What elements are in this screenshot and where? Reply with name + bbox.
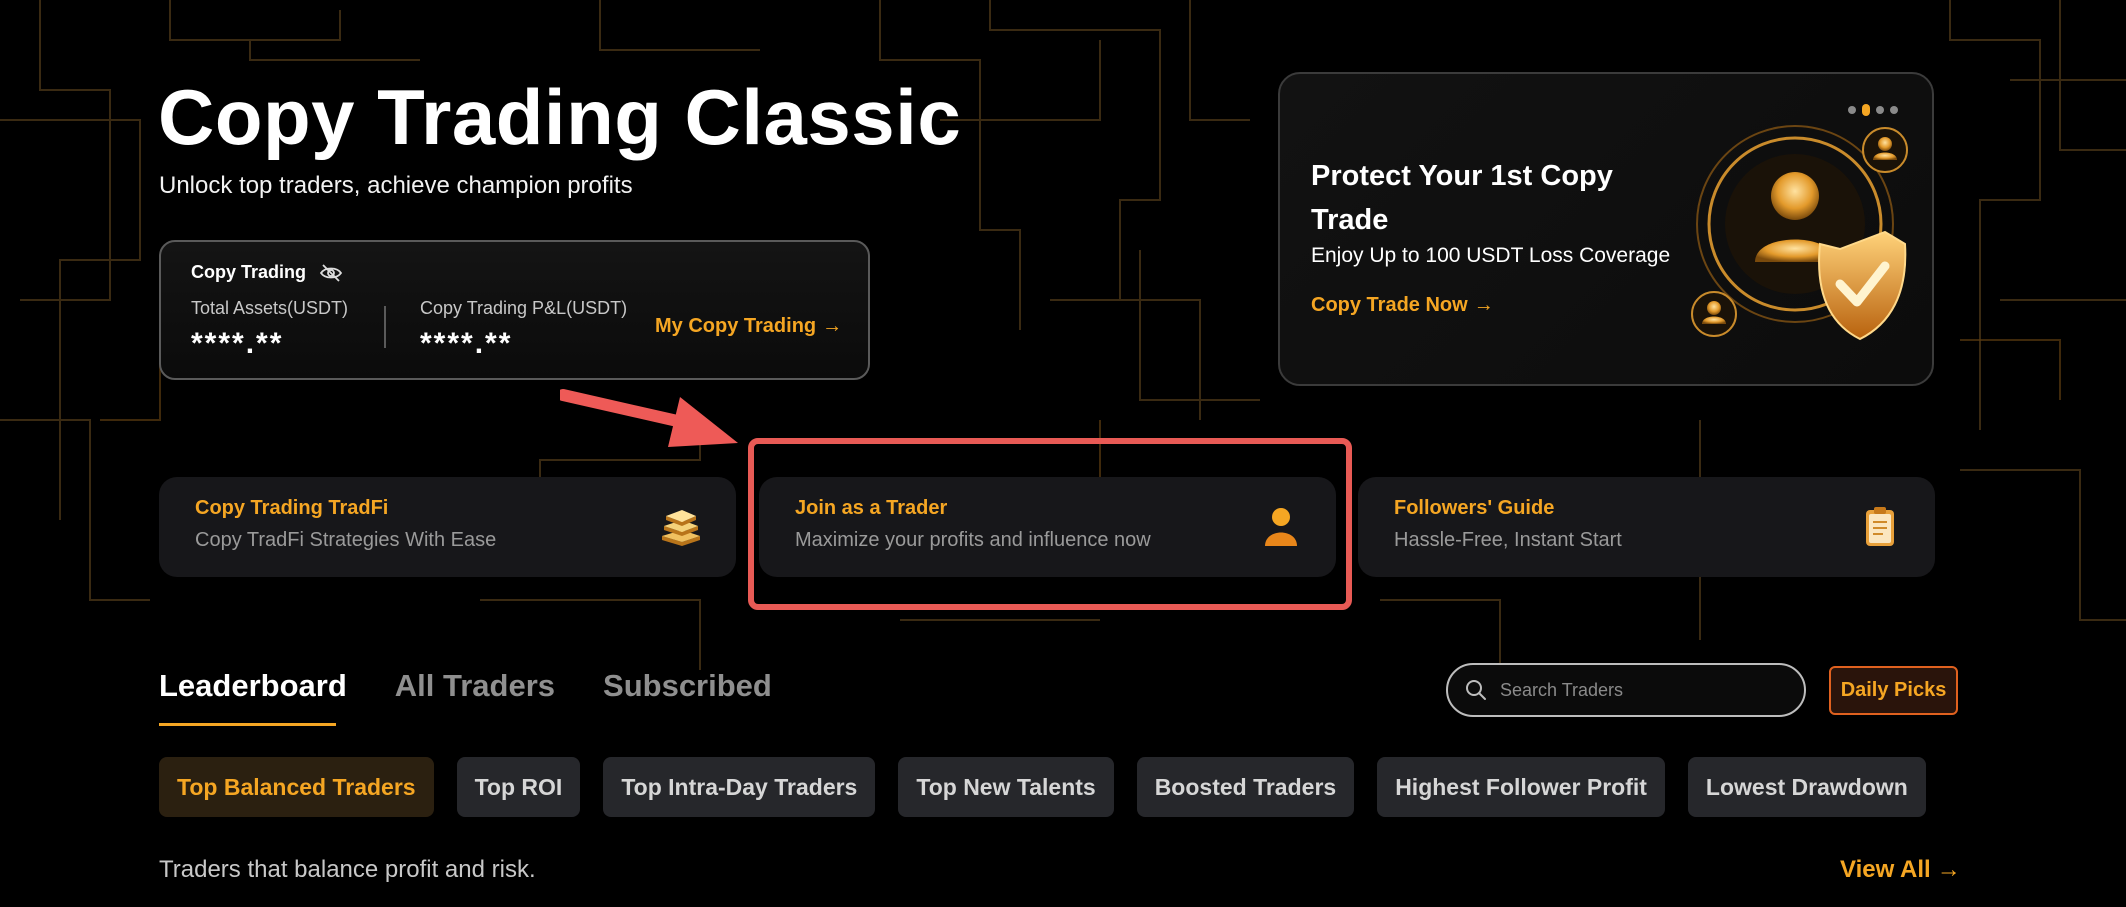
feature-card-join-trader[interactable]: Join as a Trader Maximize your profits a… (759, 477, 1336, 577)
page-subtitle: Unlock top traders, achieve champion pro… (159, 172, 633, 199)
feature-card-tradfi[interactable]: Copy Trading TradFi Copy TradFi Strategi… (159, 477, 736, 577)
leaderboard-tabs: Leaderboard All Traders Subscribed (159, 668, 772, 726)
total-assets-value: ****.** (191, 327, 284, 360)
my-copy-trading-label: My Copy Trading (655, 315, 817, 337)
chip-highest-follower-profit[interactable]: Highest Follower Profit (1377, 757, 1665, 817)
promo-description: Enjoy Up to 100 USDT Loss Coverage (1311, 244, 1671, 267)
feature-subtitle: Hassle-Free, Instant Start (1394, 529, 1622, 551)
promo-cta-label: Copy Trade Now (1311, 294, 1468, 316)
arrow-right-icon: → (1473, 294, 1494, 316)
my-copy-trading-link[interactable]: My Copy Trading → (655, 315, 842, 338)
hide-balance-icon[interactable] (320, 263, 343, 282)
page-title: Copy Trading Classic (158, 73, 962, 161)
tab-subscribed[interactable]: Subscribed (603, 668, 772, 726)
carousel-dot[interactable] (1848, 106, 1856, 114)
pnl-block: Copy Trading P&L(USDT) ****.** (420, 298, 627, 361)
assets-divider (384, 306, 386, 348)
chip-top-balanced-traders[interactable]: Top Balanced Traders (159, 757, 434, 817)
copy-trade-now-link[interactable]: Copy Trade Now → (1311, 294, 1494, 317)
search-traders-box[interactable] (1446, 663, 1806, 717)
assets-card-label: Copy Trading (191, 262, 307, 282)
carousel-dot[interactable] (1876, 106, 1884, 114)
annotation-arrow (560, 389, 738, 447)
daily-picks-button[interactable]: Daily Picks (1829, 666, 1958, 715)
tab-leaderboard[interactable]: Leaderboard (159, 668, 347, 726)
promo-title: Protect Your 1st Copy Trade (1311, 160, 1613, 236)
assets-card-header: Copy Trading (191, 262, 343, 283)
category-description: Traders that balance profit and risk. (159, 856, 536, 883)
trader-person-icon (1265, 508, 1297, 546)
clipboard-icon (1866, 507, 1894, 546)
chip-top-roi[interactable]: Top ROI (456, 757, 581, 817)
pnl-label: Copy Trading P&L(USDT) (420, 298, 628, 318)
arrow-right-icon: → (822, 315, 843, 337)
arrow-right-icon: → (1936, 856, 1961, 883)
pnl-value: ****.** (420, 327, 513, 360)
total-assets-block: Total Assets(USDT) ****.** (191, 298, 348, 361)
chip-lowest-drawdown[interactable]: Lowest Drawdown (1687, 757, 1926, 817)
feature-title: Copy Trading TradFi (195, 497, 389, 519)
carousel-dot[interactable] (1890, 106, 1898, 114)
trader-category-chips: Top Balanced Traders Top ROI Top Intra-D… (159, 757, 1926, 817)
search-input[interactable] (1500, 679, 1780, 701)
promo-banner[interactable]: Protect Your 1st Copy Trade Enjoy Up to … (1278, 72, 1934, 386)
view-all-label: View All (1840, 856, 1931, 883)
feature-card-followers-guide[interactable]: Followers' Guide Hassle-Free, Instant St… (1358, 477, 1935, 577)
view-all-link[interactable]: View All → (1840, 856, 1961, 884)
chip-top-intra-day-traders[interactable]: Top Intra-Day Traders (603, 757, 876, 817)
gold-bars-icon (662, 510, 700, 546)
feature-title: Join as a Trader (795, 497, 948, 519)
chip-boosted-traders[interactable]: Boosted Traders (1136, 757, 1355, 817)
feature-title: Followers' Guide (1394, 497, 1555, 519)
feature-subtitle: Copy TradFi Strategies With Ease (195, 529, 497, 551)
total-assets-label: Total Assets(USDT) (191, 298, 349, 318)
chip-top-new-talents[interactable]: Top New Talents (898, 757, 1114, 817)
shield-person-illustration (1691, 125, 1908, 341)
copy-trading-assets-card: Copy Trading Total Assets(USDT) ****.** … (159, 240, 870, 380)
search-icon (1466, 680, 1486, 700)
tab-all-traders[interactable]: All Traders (395, 668, 555, 726)
feature-subtitle: Maximize your profits and influence now (795, 529, 1151, 551)
